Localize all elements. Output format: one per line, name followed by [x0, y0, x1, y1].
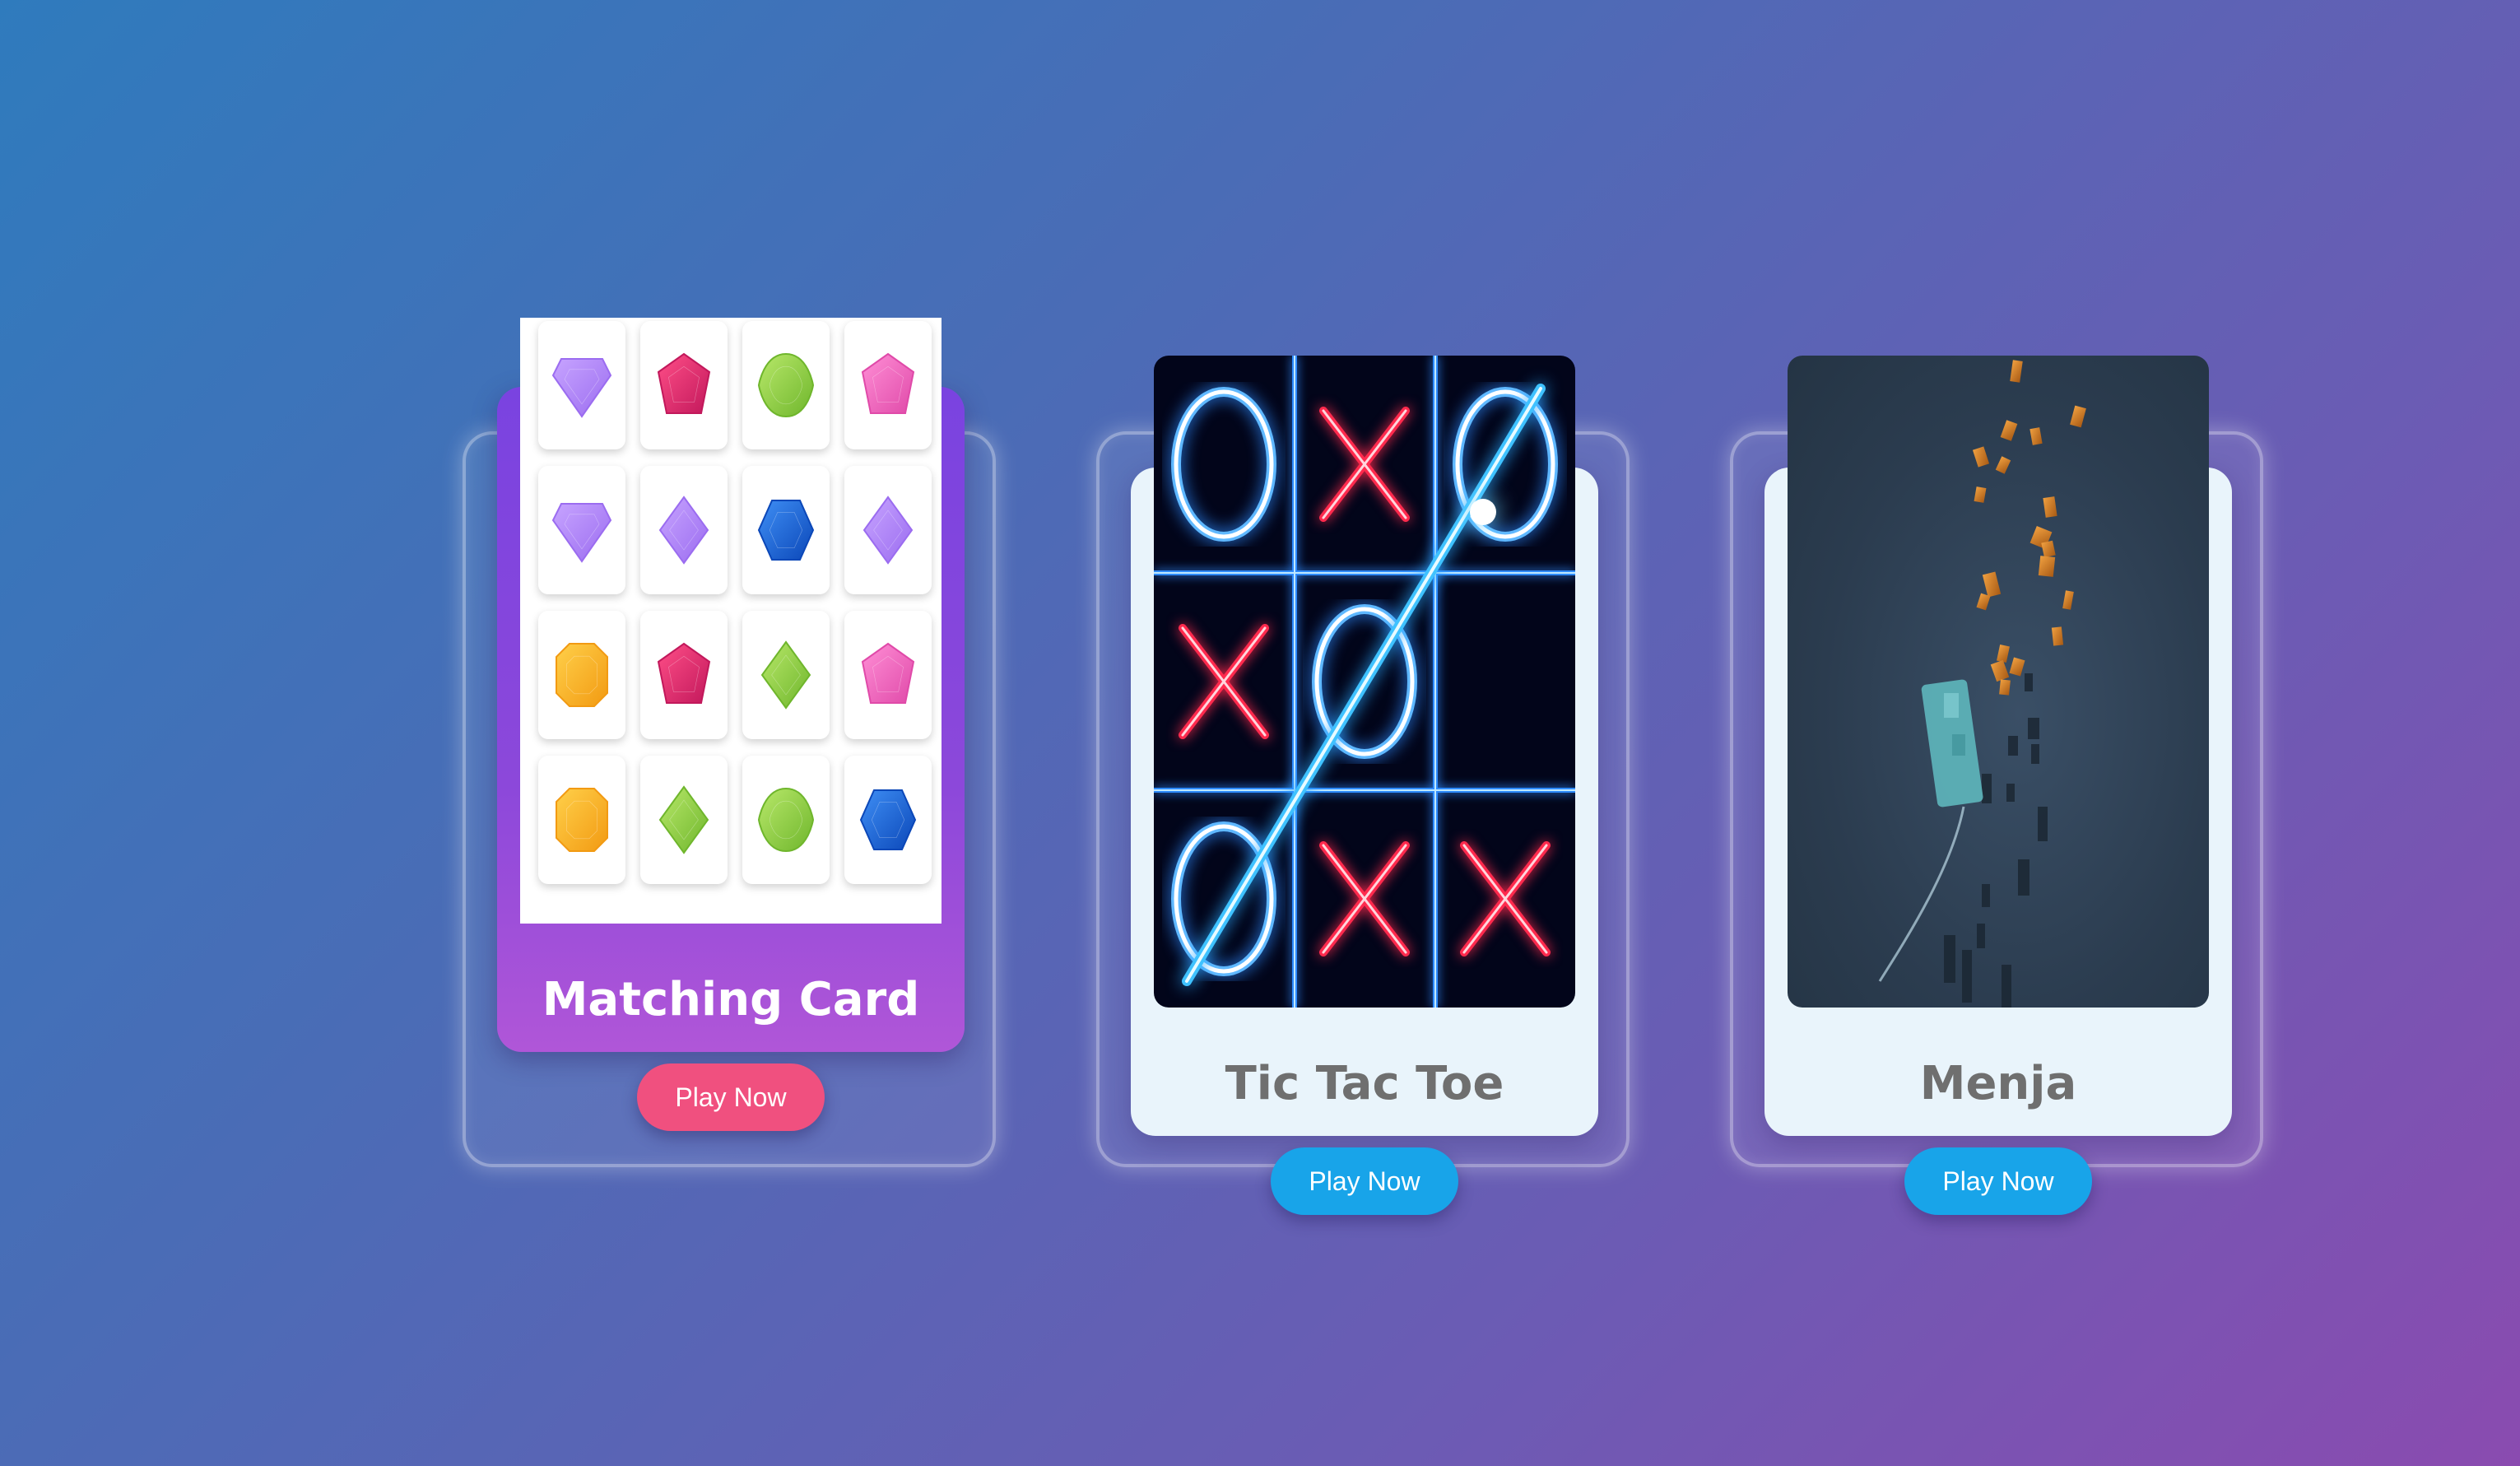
card-title-tictactoe: Tic Tac Toe: [1225, 1057, 1504, 1110]
oval-gem-icon: [742, 756, 830, 884]
pentagon-gem-icon: [844, 611, 932, 739]
pentagon-gem-icon: [844, 321, 932, 449]
menja-scene: [1878, 360, 2086, 1008]
pentagon-gem-icon: [640, 321, 728, 449]
matching-card-thumbnail[interactable]: [520, 318, 942, 924]
rhombus-gem-icon: [742, 611, 830, 739]
menja-thumbnail[interactable]: [1788, 356, 2209, 1008]
tic-tac-toe-thumbnail[interactable]: [1154, 356, 1575, 1008]
pentagon-gem-icon: [640, 611, 728, 739]
hexagon-gem-icon: [742, 466, 830, 594]
card-title-matching: Matching Card: [542, 973, 920, 1026]
octagon-gem-icon: [538, 756, 625, 884]
rhombus-gem-icon: [640, 756, 728, 884]
oval-gem-icon: [742, 321, 830, 449]
play-now-button-tictactoe[interactable]: Play Now: [1271, 1147, 1458, 1215]
card-title-menja: Menja: [1919, 1057, 2077, 1110]
octagon-gem-icon: [538, 611, 625, 739]
winning-line: [1154, 356, 1575, 1008]
hexagon-gem-icon: [844, 756, 932, 884]
rhombus-gem-icon: [844, 466, 932, 594]
diamond-gem-icon: [538, 466, 625, 594]
play-now-button-matching[interactable]: Play Now: [637, 1063, 825, 1131]
diamond-gem-icon: [538, 321, 625, 449]
rhombus-gem-icon: [640, 466, 728, 594]
play-now-button-menja[interactable]: Play Now: [1904, 1147, 2092, 1215]
